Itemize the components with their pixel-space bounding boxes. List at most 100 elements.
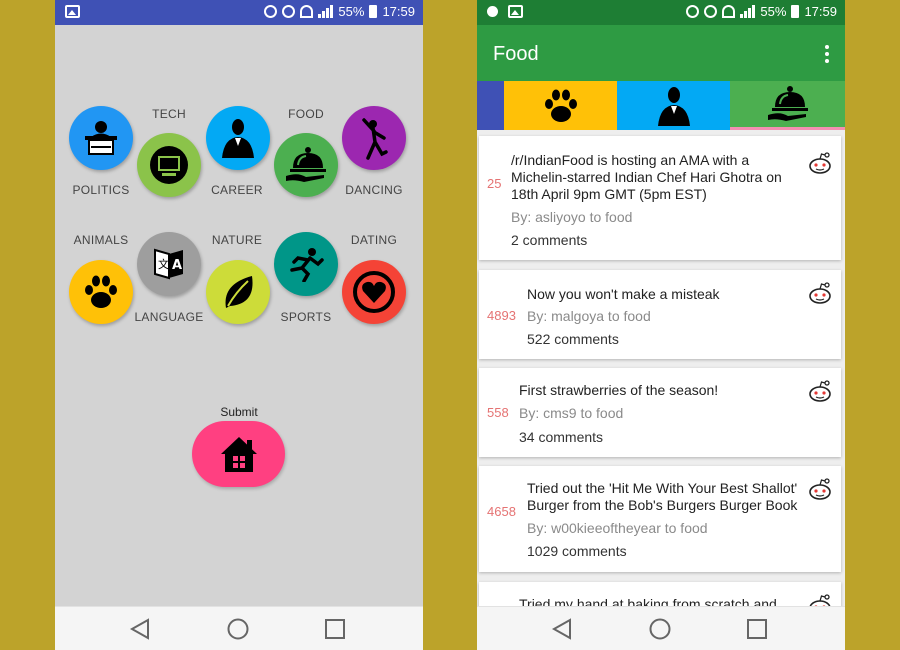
category-politics-button[interactable]: [69, 106, 133, 170]
category-dancing-button[interactable]: [342, 106, 406, 170]
alarm-icon: [282, 5, 296, 18]
post-card[interactable]: Tried my hand at baking from scratch and: [479, 582, 841, 606]
clock: 17:59: [382, 4, 415, 19]
overflow-menu-icon[interactable]: [825, 45, 829, 66]
bluetooth-icon: [264, 5, 278, 18]
reddit-icon[interactable]: [807, 380, 833, 402]
post-title[interactable]: Now you won't make a misteak: [527, 286, 797, 303]
post-author: By: asliyoyo to food: [511, 209, 633, 225]
businessman-icon: [657, 86, 690, 126]
clock: 17:59: [804, 4, 837, 19]
category-picker-screen: 55% 17:59 POLITICS TECH CAREER FOOD DANC…: [55, 0, 423, 650]
android-nav-bar: [477, 606, 845, 650]
label-food: FOOD: [288, 107, 324, 121]
heart-icon: [353, 271, 395, 313]
recents-icon[interactable]: [324, 618, 346, 640]
label-dancing: DANCING: [345, 183, 403, 197]
back-icon[interactable]: [551, 618, 573, 640]
home-nav-icon[interactable]: [649, 618, 671, 640]
businessman-icon: [222, 119, 254, 158]
submit-label: Submit: [220, 405, 258, 419]
tab-previous[interactable]: [477, 81, 504, 130]
tab-animals[interactable]: [504, 81, 617, 130]
label-dating: DATING: [350, 233, 398, 247]
post-comments[interactable]: 34 comments: [519, 429, 603, 445]
submit-button[interactable]: [192, 421, 285, 487]
leaf-icon: [225, 276, 253, 308]
category-animals-button[interactable]: [69, 260, 133, 324]
post-title[interactable]: /r/IndianFood is hosting an AMA with a M…: [511, 152, 796, 203]
label-career: CAREER: [211, 183, 263, 197]
post-author: By: malgoya to food: [527, 308, 651, 324]
post-card[interactable]: 4658 Tried out the 'Hit Me With Your Bes…: [479, 466, 841, 572]
label-language: LANGUAGE: [134, 310, 204, 324]
cloche-icon: [767, 86, 808, 121]
cloche-icon: [286, 147, 326, 182]
category-grid: POLITICS TECH CAREER FOOD DANCING ANIMAL…: [55, 25, 423, 606]
home-icon: [220, 437, 257, 472]
post-title[interactable]: Tried out the 'Hit Me With Your Best Sha…: [527, 480, 807, 514]
category-sports-button[interactable]: [274, 232, 338, 296]
battery-percent: 55%: [760, 4, 787, 19]
label-sports: SPORTS: [280, 310, 332, 324]
category-dating-button[interactable]: [342, 260, 406, 324]
post-title[interactable]: Tried my hand at baking from scratch and: [519, 596, 799, 606]
category-language-button[interactable]: 文 A: [137, 232, 201, 296]
translate-icon: 文 A: [154, 248, 183, 280]
svg-text:A: A: [172, 258, 182, 273]
signal-icon: [740, 5, 756, 18]
tab-career[interactable]: [617, 81, 730, 130]
home-nav-icon[interactable]: [227, 618, 249, 640]
post-comments[interactable]: 2 comments: [511, 232, 587, 248]
battery-percent: 55%: [338, 4, 365, 19]
reddit-icon[interactable]: [807, 478, 833, 500]
wifi-icon: [300, 5, 314, 18]
gallery-notification-icon: [65, 5, 80, 18]
post-feed[interactable]: 25 /r/IndianFood is hosting an AMA with …: [477, 130, 845, 606]
page-title: Food: [493, 43, 539, 65]
app-bar: Food: [477, 25, 845, 81]
runner-icon: [290, 248, 324, 282]
post-author: By: cms9 to food: [519, 405, 624, 421]
paw-icon: [544, 89, 577, 122]
post-card[interactable]: 558 First strawberries of the season! By…: [479, 368, 841, 457]
svg-text:文: 文: [158, 257, 169, 271]
battery-icon: [369, 5, 378, 18]
category-nature-button[interactable]: [206, 260, 270, 324]
post-title[interactable]: First strawberries of the season!: [519, 382, 799, 399]
status-bar: 55% 17:59: [477, 0, 845, 25]
reddit-icon[interactable]: [807, 152, 833, 174]
label-nature: NATURE: [211, 233, 263, 247]
notification-dot-icon: [487, 6, 498, 17]
paw-icon: [85, 275, 117, 308]
reddit-icon[interactable]: [807, 594, 833, 606]
alarm-icon: [704, 5, 718, 18]
post-card[interactable]: 25 /r/IndianFood is hosting an AMA with …: [479, 136, 841, 260]
post-score: 4658: [487, 504, 516, 519]
category-food-button[interactable]: [274, 133, 338, 197]
post-comments[interactable]: 1029 comments: [527, 543, 627, 559]
label-politics: POLITICS: [72, 183, 130, 197]
post-author: By: w00kieeoftheyear to food: [527, 520, 708, 536]
battery-icon: [791, 5, 800, 18]
post-score: 25: [487, 176, 502, 191]
monitor-icon: [150, 146, 188, 184]
category-tech-button[interactable]: [137, 133, 201, 197]
category-career-button[interactable]: [206, 106, 270, 170]
reddit-icon[interactable]: [807, 282, 833, 304]
wifi-icon: [722, 5, 736, 18]
tab-food-selected[interactable]: [730, 81, 845, 130]
signal-icon: [318, 5, 334, 18]
android-nav-bar: [55, 606, 423, 650]
label-animals: ANIMALS: [73, 233, 129, 247]
category-tabs: [477, 81, 845, 130]
post-score: 4893: [487, 308, 516, 323]
recents-icon[interactable]: [746, 618, 768, 640]
post-score: 558: [487, 405, 509, 420]
dancer-icon: [362, 118, 388, 160]
post-card[interactable]: 4893 Now you won't make a misteak By: ma…: [479, 270, 841, 359]
bluetooth-icon: [686, 5, 700, 18]
post-comments[interactable]: 522 comments: [527, 331, 619, 347]
back-icon[interactable]: [129, 618, 151, 640]
food-feed-screen: 55% 17:59 Food 25 /r/IndianFood is hosti…: [477, 0, 845, 650]
